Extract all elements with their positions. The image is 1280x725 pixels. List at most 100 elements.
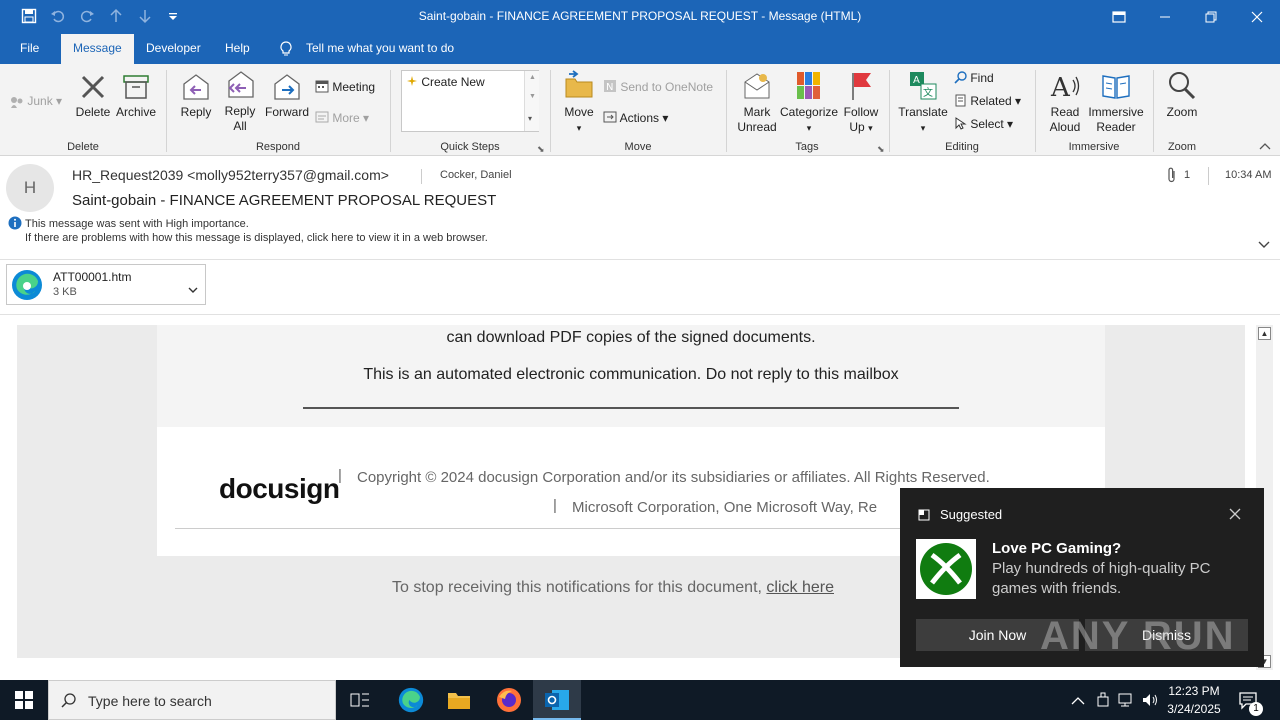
expand-header-icon[interactable] <box>1258 236 1270 254</box>
delete-icon <box>81 75 105 99</box>
read-aloud-button[interactable]: A Read Aloud <box>1044 70 1086 135</box>
follow-up-button[interactable]: Follow Up ▾ <box>840 70 882 136</box>
find-button[interactable]: Find <box>954 71 994 87</box>
calendar-icon <box>315 79 329 96</box>
close-button[interactable] <box>1234 0 1280 34</box>
restore-button[interactable] <box>1188 0 1234 34</box>
pipe-1: | <box>338 467 342 484</box>
address-text: Microsoft Corporation, One Microsoft Way… <box>572 499 878 516</box>
forward-icon <box>274 74 300 100</box>
start-button[interactable] <box>0 680 48 720</box>
actions-icon <box>603 110 617 127</box>
svg-text:A: A <box>913 75 920 86</box>
more-respond-button[interactable]: More ▾ <box>315 110 369 127</box>
move-button[interactable]: Move ▾ <box>561 70 597 136</box>
notification-toast[interactable]: Suggested Love PC Gaming? Play hundreds … <box>900 488 1264 667</box>
find-label: Find <box>970 71 994 85</box>
edge-taskbar-icon[interactable] <box>398 687 424 718</box>
avatar[interactable]: H <box>6 164 54 212</box>
unsubscribe-link[interactable]: click here <box>766 579 834 596</box>
minimize-button[interactable] <box>1142 0 1188 34</box>
ribbon-display-options-icon[interactable] <box>1096 0 1142 34</box>
junk-icon <box>10 96 24 108</box>
divider <box>421 169 422 184</box>
translate-button[interactable]: A文 Translate ▾ <box>898 70 948 136</box>
mark-unread-button[interactable]: Mark Unread <box>735 70 779 135</box>
tags-dialog-launcher-icon[interactable]: ⬊ <box>877 144 885 155</box>
send-to-onenote-button[interactable]: N Send to OneNote <box>603 79 713 96</box>
meeting-button[interactable]: Meeting <box>315 79 375 96</box>
attachment-count: 1 <box>1184 169 1191 181</box>
read-aloud-icon: A <box>1050 73 1080 102</box>
received-time: 10:34 AM <box>1225 169 1272 181</box>
zoom-button[interactable]: Zoom <box>1160 70 1204 120</box>
select-button[interactable]: Select ▾ <box>954 117 1013 133</box>
search-icon <box>61 692 77 713</box>
immersive-reader-button[interactable]: Immersive Reader <box>1087 70 1145 135</box>
taskbar: Type here to search 12:23 PM 3/24/2025 1 <box>0 680 1280 720</box>
sender[interactable]: HR_Request2039 <molly952terry357@gmail.c… <box>72 167 389 183</box>
recipient[interactable]: Cocker, Daniel <box>440 169 512 181</box>
taskbar-search[interactable]: Type here to search <box>48 680 336 720</box>
tab-file[interactable]: File <box>20 41 39 55</box>
tab-message[interactable]: Message <box>61 34 134 64</box>
separator <box>1035 70 1036 152</box>
collapse-ribbon-icon[interactable] <box>1259 142 1271 153</box>
delete-button[interactable]: Delete <box>74 72 112 120</box>
reply-button[interactable]: Reply <box>177 72 215 120</box>
scroll-up-button[interactable]: ▲ <box>1258 327 1271 340</box>
archive-button[interactable]: Archive <box>114 72 158 120</box>
network-icon[interactable] <box>1118 692 1136 713</box>
toast-close-icon[interactable] <box>1229 507 1241 525</box>
tab-developer[interactable]: Developer <box>146 41 201 55</box>
separator <box>889 70 890 152</box>
junk-button[interactable]: Junk ▾ <box>10 94 62 108</box>
translate-dropdown-icon: ▾ <box>920 123 926 133</box>
task-view-icon[interactable] <box>350 691 370 714</box>
volume-icon[interactable] <box>1142 692 1160 713</box>
view-in-browser-link[interactable]: If there are problems with how this mess… <box>25 232 488 244</box>
unsubscribe-line: To stop receiving this notifications for… <box>392 579 834 597</box>
clock-time[interactable]: 12:23 PM <box>1163 684 1225 698</box>
reply-all-label-1: Reply <box>224 104 256 118</box>
attachment-dropdown-icon[interactable] <box>188 281 198 299</box>
actions-button[interactable]: Actions ▾ <box>603 110 668 127</box>
file-explorer-icon[interactable] <box>447 689 471 716</box>
separator <box>1153 70 1154 152</box>
dialog-launcher-icon[interactable]: ⬊ <box>537 144 545 155</box>
create-new-quickstep[interactable]: Create New <box>406 75 485 90</box>
tab-help[interactable]: Help <box>225 41 250 55</box>
edge-icon <box>11 269 43 306</box>
reply-all-button[interactable]: Reply All <box>221 69 259 134</box>
immersive-label-2: Reader <box>1096 120 1136 134</box>
cursor-icon <box>954 117 967 133</box>
firefox-icon[interactable] <box>496 687 522 718</box>
security-tray-icon[interactable] <box>1096 692 1110 713</box>
onenote-icon: N <box>603 79 617 96</box>
categorize-button[interactable]: Categorize ▾ <box>780 70 838 136</box>
immersive-label-1: Immersive <box>1088 105 1144 119</box>
quick-steps-gallery[interactable]: Create New ▲ ▼ ▾ <box>401 70 539 132</box>
outlook-taskbar-button[interactable] <box>533 680 581 720</box>
clock-date[interactable]: 3/24/2025 <box>1163 702 1225 716</box>
follow-up-label-1: Follow <box>843 105 879 119</box>
related-button[interactable]: Related ▾ <box>954 94 1021 110</box>
zoom-icon <box>1169 72 1196 100</box>
select-label: Select <box>970 117 1004 131</box>
toast-header: Suggested <box>940 507 1003 522</box>
scroll-up-icon[interactable]: ▲ <box>529 74 536 81</box>
meeting-label: Meeting <box>332 80 376 94</box>
expand-gallery-icon[interactable]: ▾ <box>528 114 532 123</box>
show-hidden-icons[interactable] <box>1071 693 1085 711</box>
forward-button[interactable]: Forward <box>264 72 310 120</box>
tell-me-search[interactable]: Tell me what you want to do <box>306 41 454 55</box>
attachment-card[interactable]: ATT00001.htm 3 KB <box>6 264 206 305</box>
immersive-reader-icon <box>1102 75 1130 99</box>
send-onenote-label: Send to OneNote <box>620 80 714 94</box>
quick-steps-scroll[interactable]: ▲ ▼ ▾ <box>524 71 539 131</box>
scroll-down-icon[interactable]: ▼ <box>529 93 536 100</box>
body-divider <box>303 407 959 409</box>
svg-text:N: N <box>606 82 613 93</box>
mark-unread-icon <box>744 73 770 99</box>
zoom-label: Zoom <box>1166 105 1198 119</box>
